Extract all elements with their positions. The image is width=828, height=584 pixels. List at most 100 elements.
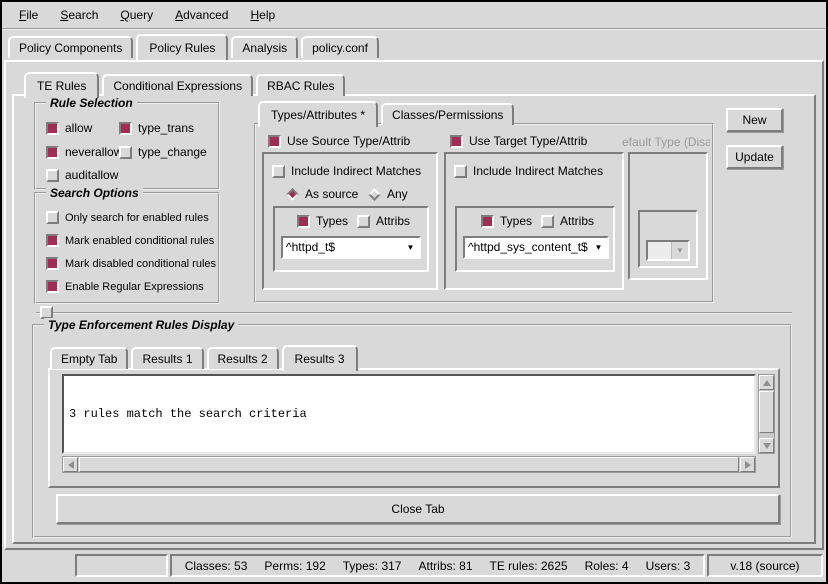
checkbox-only-enabled-indicator xyxy=(46,211,59,224)
te-rules-display-title: Type Enforcement Rules Display xyxy=(44,318,238,332)
menu-file[interactable]: File xyxy=(8,4,49,26)
update-button[interactable]: Update xyxy=(726,145,783,169)
close-tab-button[interactable]: Close Tab xyxy=(56,494,780,524)
checkbox-source-types-label: Types xyxy=(316,214,348,228)
default-type-input xyxy=(648,242,671,259)
checkbox-regex-indicator xyxy=(46,280,59,293)
checkbox-source-indirect[interactable]: Include Indirect Matches xyxy=(272,164,421,178)
checkbox-target-attribs-indicator xyxy=(541,215,554,228)
target-type-combobox: ^httpd_sys_content_t$ ▼ xyxy=(463,236,609,259)
menu-search[interactable]: Search xyxy=(49,4,109,26)
checkbox-auditallow[interactable]: auditallow xyxy=(46,168,118,182)
checkbox-neverallow-indicator xyxy=(46,146,59,159)
radio-as-source-indicator xyxy=(286,188,299,201)
checkbox-target-attribs[interactable]: Attribs xyxy=(541,214,594,228)
tab-results-2[interactable]: Results 2 xyxy=(207,347,279,369)
menu-query[interactable]: Query xyxy=(109,4,164,26)
horizontal-scroll-thumb[interactable] xyxy=(79,457,739,472)
default-type-inner-frame: ▼ xyxy=(638,210,698,268)
source-type-dropdown-arrow-icon[interactable]: ▼ xyxy=(402,238,419,257)
radio-as-source-label: As source xyxy=(305,187,358,201)
status-message-box xyxy=(75,554,168,577)
tab-empty[interactable]: Empty Tab xyxy=(50,347,128,369)
scroll-left-arrow-icon[interactable] xyxy=(63,457,78,472)
checkbox-only-enabled[interactable]: Only search for enabled rules xyxy=(46,211,209,224)
radio-any[interactable]: Any xyxy=(368,187,408,201)
scroll-up-arrow-icon[interactable] xyxy=(759,375,774,390)
checkbox-target-types-label: Types xyxy=(500,214,532,228)
checkbox-mark-enabled[interactable]: Mark enabled conditional rules xyxy=(46,234,214,247)
stat-perms: Perms: 192 xyxy=(264,559,325,573)
target-type-dropdown-arrow-icon[interactable]: ▼ xyxy=(590,238,607,257)
tab-rbac-rules[interactable]: RBAC Rules xyxy=(256,74,345,96)
tab-policy-components[interactable]: Policy Components xyxy=(8,36,133,58)
checkbox-source-attribs-label: Attribs xyxy=(376,214,410,228)
checkbox-use-target-label: Use Target Type/Attrib xyxy=(469,134,587,148)
stat-attribs: Attribs: 81 xyxy=(418,559,472,573)
radio-any-indicator xyxy=(368,188,381,201)
radio-as-source[interactable]: As source xyxy=(286,187,358,201)
checkbox-use-target[interactable]: Use Target Type/Attrib xyxy=(450,134,587,148)
tab-policy-rules[interactable]: Policy Rules xyxy=(136,34,228,60)
source-type-input[interactable]: ^httpd_t$ xyxy=(283,238,402,257)
stat-types: Types: 317 xyxy=(343,559,402,573)
checkbox-source-types[interactable]: Types xyxy=(297,214,348,228)
scroll-right-arrow-icon[interactable] xyxy=(740,457,755,472)
results-textbox[interactable]: 3 rules match the search criteria (5822)… xyxy=(62,374,756,454)
tab-analysis[interactable]: Analysis xyxy=(231,36,298,58)
checkbox-source-attribs[interactable]: Attribs xyxy=(357,214,410,228)
checkbox-use-source-indicator xyxy=(268,135,281,148)
status-stats-box: Classes: 53 Perms: 192 Types: 317 Attrib… xyxy=(170,554,705,577)
tab-classes-permissions[interactable]: Classes/Permissions xyxy=(381,103,514,125)
checkbox-target-types[interactable]: Types xyxy=(481,214,532,228)
tab-conditional-expressions[interactable]: Conditional Expressions xyxy=(102,74,253,96)
default-type-dropdown-arrow-icon: ▼ xyxy=(671,242,688,259)
menu-help[interactable]: Help xyxy=(239,4,286,26)
vertical-scroll-thumb[interactable] xyxy=(759,391,774,433)
target-frame: Include Indirect Matches Types Attribs ^… xyxy=(444,152,624,290)
checkbox-mark-disabled[interactable]: Mark disabled conditional rules xyxy=(46,257,216,270)
default-type-label: efault Type (Disa xyxy=(622,135,710,149)
checkbox-type-trans-indicator xyxy=(119,122,132,135)
checkbox-type-change[interactable]: type_change xyxy=(119,145,207,159)
checkbox-allow-label: allow xyxy=(65,121,92,135)
stat-classes: Classes: 53 xyxy=(185,559,248,573)
search-options-group: Search Options Only search for enabled r… xyxy=(34,192,220,304)
target-types-frame: Types Attribs ^httpd_sys_content_t$ ▼ xyxy=(455,206,615,272)
target-type-input[interactable]: ^httpd_sys_content_t$ xyxy=(465,238,590,257)
checkbox-use-source[interactable]: Use Source Type/Attrib xyxy=(268,134,410,148)
radio-any-label: Any xyxy=(387,187,408,201)
policy-version: v.18 (source) xyxy=(730,559,799,573)
checkbox-regex[interactable]: Enable Regular Expressions xyxy=(46,280,204,293)
tab-results-3[interactable]: Results 3 xyxy=(282,345,358,371)
source-frame: Include Indirect Matches As source Any T… xyxy=(262,152,438,290)
checkbox-allow[interactable]: allow xyxy=(46,121,92,135)
checkbox-type-trans[interactable]: type_trans xyxy=(119,121,194,135)
checkbox-neverallow[interactable]: neverallow xyxy=(46,145,122,159)
rule-selection-title: Rule Selection xyxy=(46,96,137,110)
tab-types-attributes[interactable]: Types/Attributes * xyxy=(258,101,378,127)
checkbox-target-indirect[interactable]: Include Indirect Matches xyxy=(454,164,603,178)
results-horizontal-scrollbar[interactable] xyxy=(62,456,756,473)
checkbox-target-indirect-label: Include Indirect Matches xyxy=(473,164,603,178)
results-tab-bar: Empty Tab Results 1 Results 2 Results 3 xyxy=(50,345,361,369)
menu-advanced[interactable]: Advanced xyxy=(164,4,239,26)
source-type-combobox: ^httpd_t$ ▼ xyxy=(281,236,421,259)
tab-policy-conf[interactable]: policy.conf xyxy=(301,36,379,58)
new-button[interactable]: New xyxy=(726,108,783,132)
stat-roles: Roles: 4 xyxy=(585,559,629,573)
tab-te-rules[interactable]: TE Rules xyxy=(24,72,99,98)
menu-bar: File Search Query Advanced Help xyxy=(2,2,826,30)
scroll-down-arrow-icon[interactable] xyxy=(759,438,774,453)
stat-users: Users: 3 xyxy=(646,559,691,573)
results-vertical-scrollbar[interactable] xyxy=(758,374,775,454)
checkbox-use-source-label: Use Source Type/Attrib xyxy=(287,134,410,148)
checkbox-mark-disabled-indicator xyxy=(46,257,59,270)
checkbox-regex-label: Enable Regular Expressions xyxy=(65,281,204,293)
tab-results-1[interactable]: Results 1 xyxy=(131,347,203,369)
checkbox-source-indirect-label: Include Indirect Matches xyxy=(291,164,421,178)
results-summary: 3 rules match the search criteria xyxy=(69,407,749,421)
rule-tab-bar: TE Rules Conditional Expressions RBAC Ru… xyxy=(24,72,348,96)
checkbox-type-change-indicator xyxy=(119,146,132,159)
checkbox-source-indirect-indicator xyxy=(272,165,285,178)
